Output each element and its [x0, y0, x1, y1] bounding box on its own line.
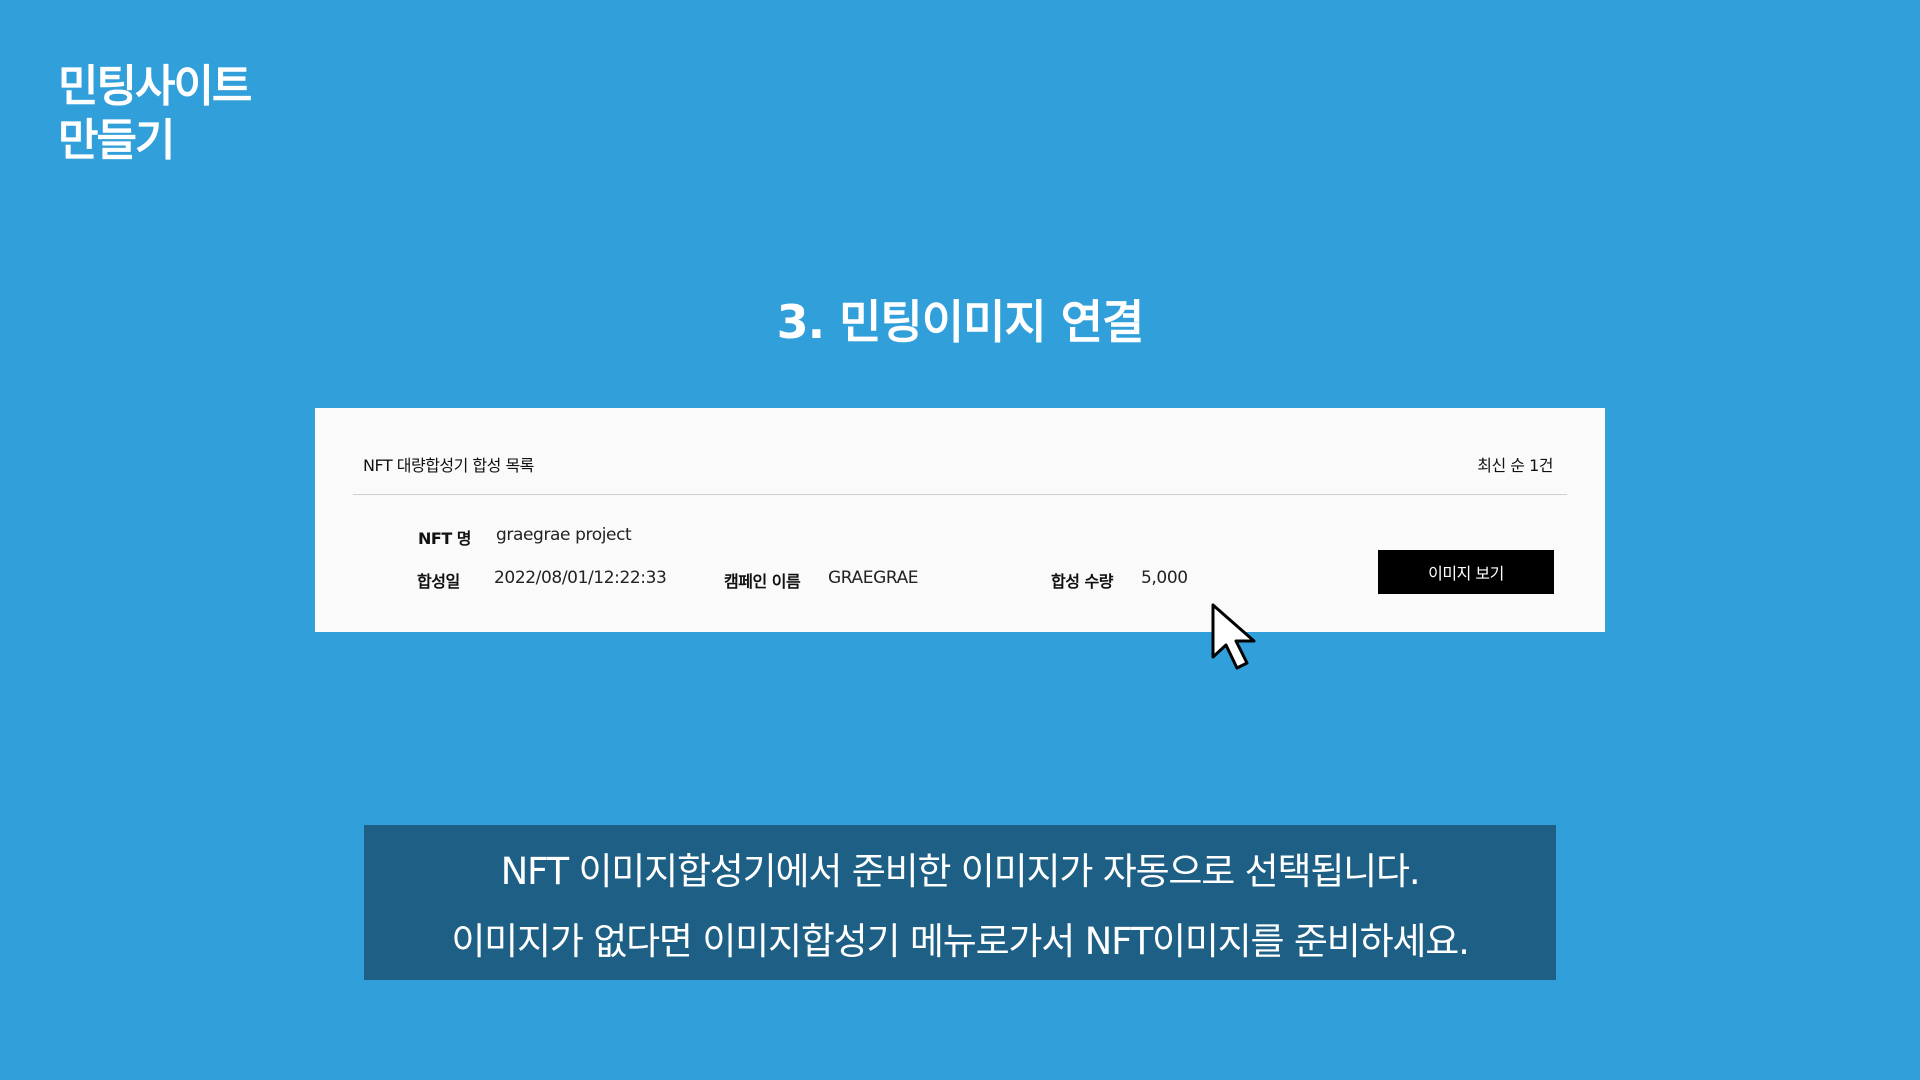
logo-line-1: 민팅사이트 — [58, 61, 252, 112]
caption-box: NFT 이미지합성기에서 준비한 이미지가 자동으로 선택됩니다. 이미지가 없… — [364, 825, 1556, 980]
view-image-button[interactable]: 이미지 보기 — [1378, 550, 1554, 594]
caption-line-2: 이미지가 없다면 이미지합성기 메뉴로가서 NFT이미지를 준비하세요. — [451, 920, 1470, 963]
campaign-label: 캠페인 이름 — [724, 572, 801, 591]
logo-line-2: 만들기 — [58, 115, 175, 166]
synthesis-list-card: NFT 대량합성기 합성 목록 최신 순 1건 NFT 명 graegrae p… — [315, 408, 1605, 632]
card-header: NFT 대량합성기 합성 목록 최신 순 1건 — [353, 442, 1567, 495]
mouse-cursor-icon — [1211, 603, 1256, 670]
nft-name-value: graegrae project — [496, 525, 632, 545]
nft-name-label: NFT 명 — [418, 529, 472, 548]
campaign-value: GRAEGRAE — [828, 568, 919, 588]
quantity-label: 합성 수량 — [1051, 572, 1113, 591]
section-title: 3. 민팅이미지 연결 — [776, 295, 1145, 349]
date-value: 2022/08/01/12:22:33 — [494, 568, 667, 588]
quantity-value: 5,000 — [1141, 568, 1188, 588]
card-title: NFT 대량합성기 합성 목록 — [363, 456, 534, 475]
caption-line-1: NFT 이미지합성기에서 준비한 이미지가 자동으로 선택됩니다. — [500, 850, 1421, 893]
sort-info[interactable]: 최신 순 1건 — [1477, 452, 1553, 476]
logo: 민팅사이트 만들기 — [58, 60, 252, 168]
date-label: 합성일 — [417, 572, 460, 591]
